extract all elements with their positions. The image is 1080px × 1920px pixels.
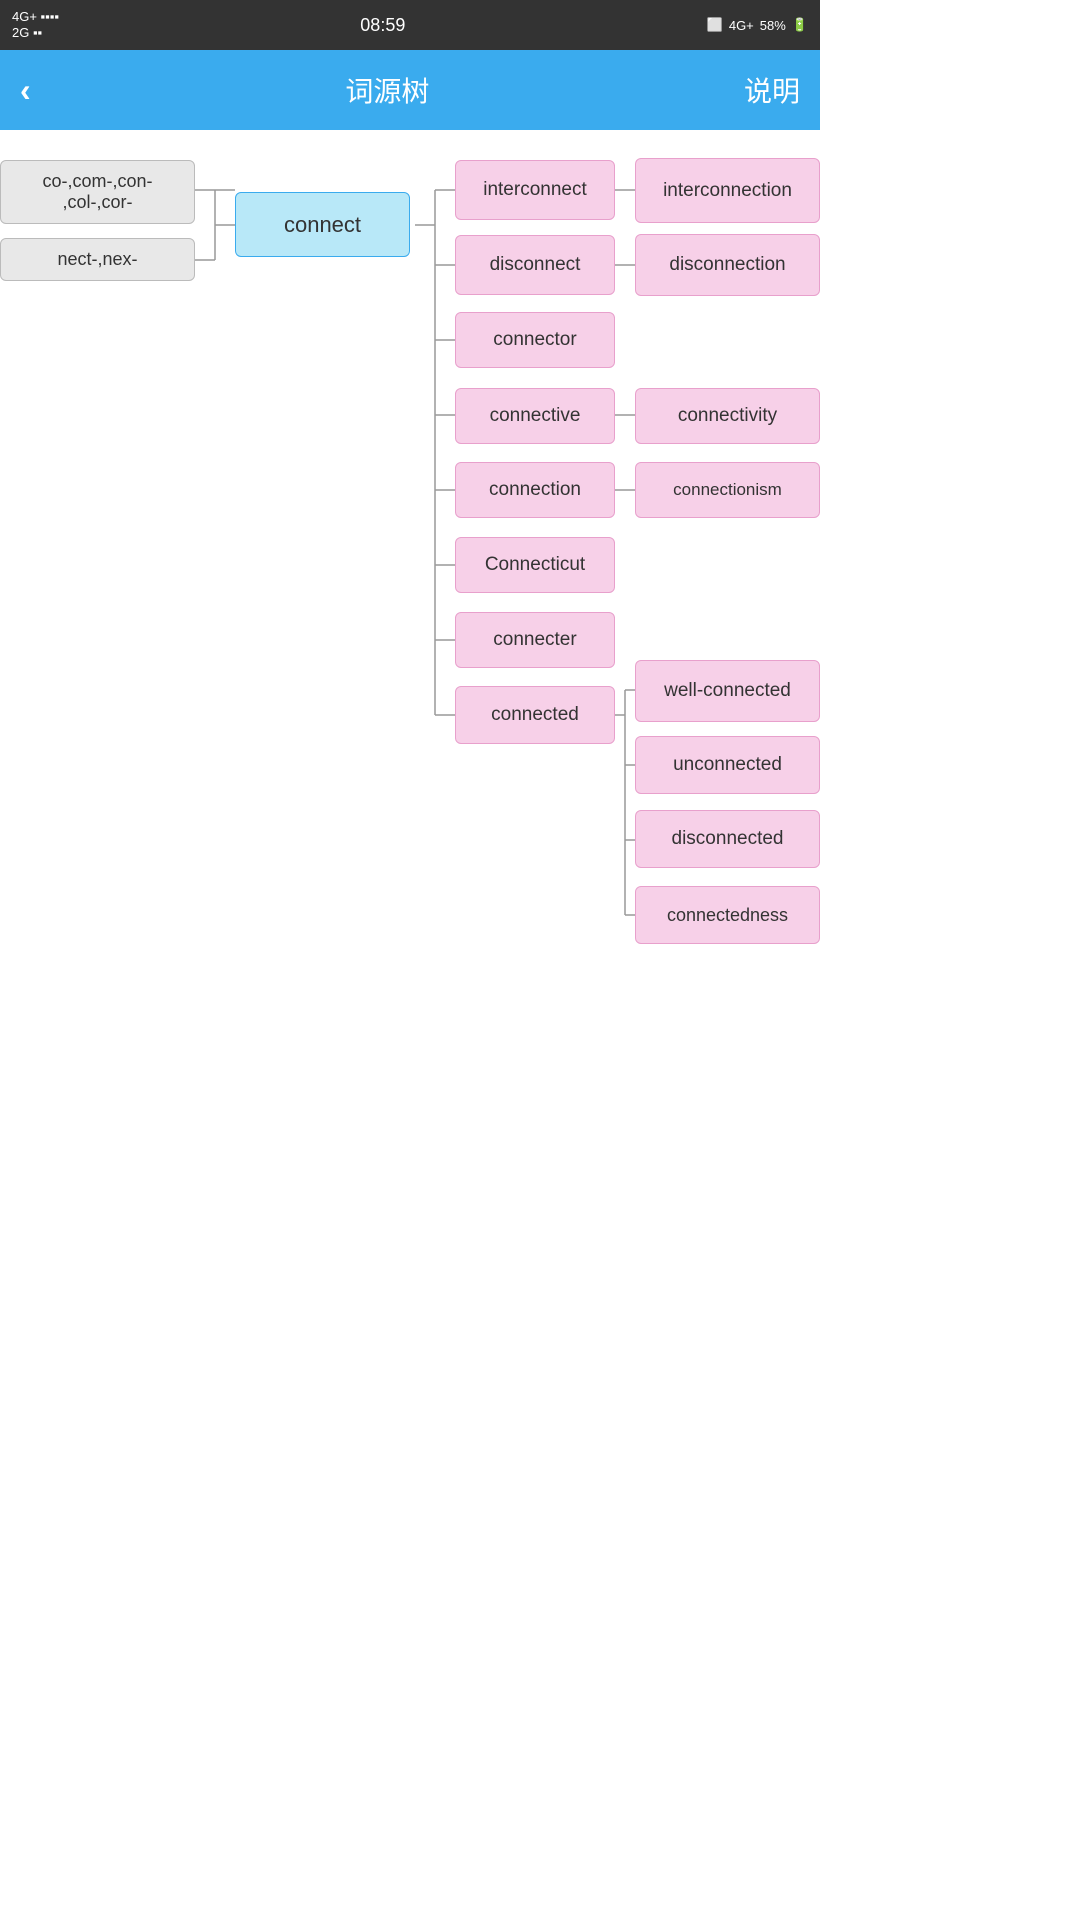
screen-icon: ⬜	[707, 17, 723, 33]
status-bar: 4G+ ▪▪▪▪ 2G ▪▪ 08:59 ⬜ 4G+ 58% 🔋	[0, 0, 820, 50]
back-button[interactable]: ‹	[20, 72, 31, 109]
prefix-node-2[interactable]: nect-,nex-	[0, 238, 195, 281]
node-connection[interactable]: connection	[455, 462, 615, 518]
status-right: ⬜ 4G+ 58% 🔋	[707, 17, 808, 33]
network-right: 4G+	[729, 18, 754, 33]
node-connective[interactable]: connective	[455, 388, 615, 444]
node-connecticut[interactable]: Connecticut	[455, 537, 615, 593]
signal-info: 4G+ ▪▪▪▪ 2G ▪▪	[12, 9, 59, 40]
tree-container: co-,com-,con- ,col-,cor- nect-,nex- conn…	[0, 130, 820, 1050]
node-connectivity[interactable]: connectivity	[635, 388, 820, 444]
node-connectionism[interactable]: connectionism	[635, 462, 820, 518]
node-connecter[interactable]: connecter	[455, 612, 615, 668]
network-2g: 2G ▪▪	[12, 25, 59, 41]
battery-percent: 58%	[760, 18, 786, 33]
node-connector[interactable]: connector	[455, 312, 615, 368]
node-disconnection[interactable]: disconnection	[635, 234, 820, 296]
clock: 08:59	[360, 15, 405, 36]
page-title: 词源树	[345, 70, 429, 110]
node-unconnected[interactable]: unconnected	[635, 736, 820, 794]
node-connected[interactable]: connected	[455, 686, 615, 744]
root-node[interactable]: connect	[235, 192, 410, 257]
node-disconnected[interactable]: disconnected	[635, 810, 820, 868]
network-4g: 4G+ ▪▪▪▪	[12, 9, 59, 25]
node-connectedness[interactable]: connectedness	[635, 886, 820, 944]
node-disconnect[interactable]: disconnect	[455, 235, 615, 295]
action-button[interactable]: 说明	[744, 70, 800, 110]
nav-bar: ‹ 词源树 说明	[0, 50, 820, 130]
prefix-node-1[interactable]: co-,com-,con- ,col-,cor-	[0, 160, 195, 224]
battery-icon: 🔋	[792, 17, 808, 33]
node-interconnection[interactable]: interconnection	[635, 158, 820, 223]
node-well-connected[interactable]: well-connected	[635, 660, 820, 722]
node-interconnect[interactable]: interconnect	[455, 160, 615, 220]
